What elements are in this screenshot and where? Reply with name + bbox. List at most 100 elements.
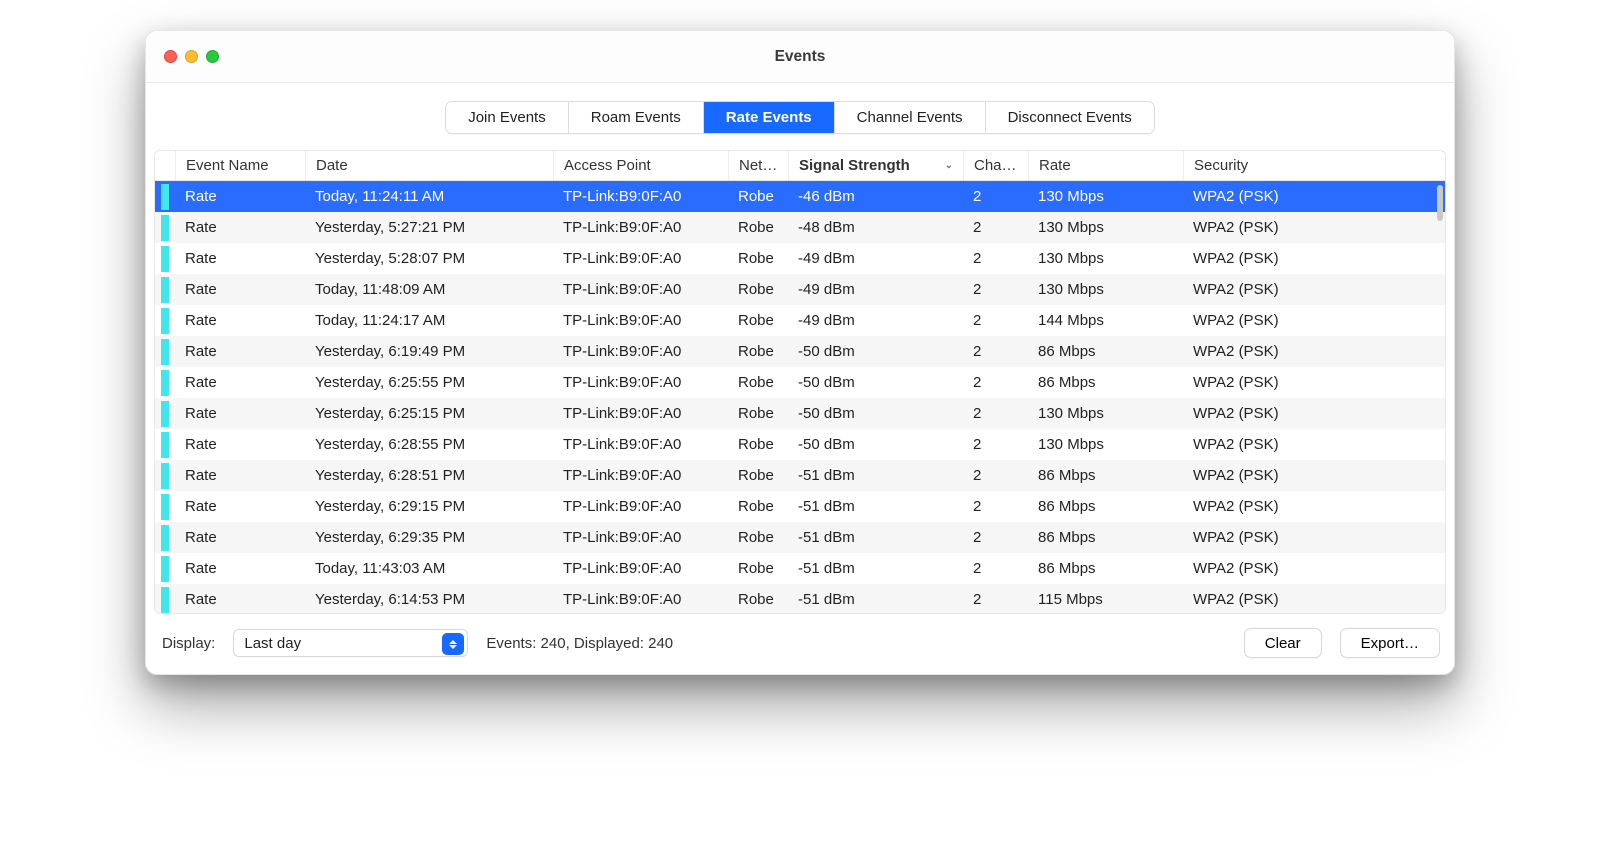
cell-rate: 86 Mbps — [1028, 374, 1183, 391]
table-row[interactable]: RateYesterday, 6:28:51 PMTP-Link:B9:0F:A… — [155, 460, 1445, 491]
table-row[interactable]: RateToday, 11:48:09 AMTP-Link:B9:0F:A0Ro… — [155, 274, 1445, 305]
cell-network: Robe — [728, 498, 788, 515]
cell-channel: 2 — [963, 591, 1028, 608]
cell-security: WPA2 (PSK) — [1183, 529, 1445, 546]
display-label: Display: — [160, 635, 215, 652]
tab-channel-events[interactable]: Channel Events — [835, 102, 986, 133]
tab-roam-events[interactable]: Roam Events — [569, 102, 704, 133]
cell-access-point: TP-Link:B9:0F:A0 — [553, 281, 728, 298]
cell-rate: 130 Mbps — [1028, 219, 1183, 236]
cell-security: WPA2 (PSK) — [1183, 374, 1445, 391]
table-row[interactable]: RateYesterday, 5:27:21 PMTP-Link:B9:0F:A… — [155, 212, 1445, 243]
cell-channel: 2 — [963, 529, 1028, 546]
cell-event-name: Rate — [175, 250, 305, 267]
cell-event-name: Rate — [175, 591, 305, 608]
row-color-swatch — [155, 432, 175, 458]
cell-security: WPA2 (PSK) — [1183, 343, 1445, 360]
cell-event-name: Rate — [175, 343, 305, 360]
cell-network: Robe — [728, 250, 788, 267]
cell-network: Robe — [728, 405, 788, 422]
table-row[interactable]: RateYesterday, 6:25:55 PMTP-Link:B9:0F:A… — [155, 367, 1445, 398]
cell-event-name: Rate — [175, 498, 305, 515]
table-row[interactable]: RateYesterday, 6:14:53 PMTP-Link:B9:0F:A… — [155, 584, 1445, 613]
cell-signal: -49 dBm — [788, 250, 963, 267]
cell-rate: 144 Mbps — [1028, 312, 1183, 329]
cell-channel: 2 — [963, 219, 1028, 236]
table-row[interactable]: RateYesterday, 6:25:15 PMTP-Link:B9:0F:A… — [155, 398, 1445, 429]
col-signal-strength[interactable]: Signal Strength ⌄ — [789, 151, 964, 180]
col-network[interactable]: Net… — [729, 151, 789, 180]
cell-rate: 86 Mbps — [1028, 343, 1183, 360]
table-header: Event Name Date Access Point Net… Signal… — [155, 151, 1445, 181]
table-row[interactable]: RateYesterday, 6:29:15 PMTP-Link:B9:0F:A… — [155, 491, 1445, 522]
cell-security: WPA2 (PSK) — [1183, 250, 1445, 267]
table-row[interactable]: RateYesterday, 5:28:07 PMTP-Link:B9:0F:A… — [155, 243, 1445, 274]
footer: Display: Last day Events: 240, Displayed… — [146, 614, 1454, 674]
col-signal-label: Signal Strength — [799, 157, 910, 174]
cell-rate: 86 Mbps — [1028, 467, 1183, 484]
cell-date: Today, 11:24:17 AM — [305, 312, 553, 329]
tab-join-events[interactable]: Join Events — [446, 102, 569, 133]
cell-security: WPA2 (PSK) — [1183, 281, 1445, 298]
table-row[interactable]: RateToday, 11:43:03 AMTP-Link:B9:0F:A0Ro… — [155, 553, 1445, 584]
display-range-select[interactable]: Last day — [233, 629, 468, 657]
col-net-label: Net… — [739, 157, 777, 174]
col-event-name[interactable]: Event Name — [176, 151, 306, 180]
col-color[interactable] — [155, 151, 176, 180]
titlebar: Events — [146, 31, 1454, 83]
col-date-label: Date — [316, 157, 348, 174]
cell-rate: 115 Mbps — [1028, 591, 1183, 608]
table-row[interactable]: RateYesterday, 6:29:35 PMTP-Link:B9:0F:A… — [155, 522, 1445, 553]
cell-signal: -51 dBm — [788, 591, 963, 608]
col-date[interactable]: Date — [306, 151, 554, 180]
cell-signal: -50 dBm — [788, 405, 963, 422]
table-row[interactable]: RateYesterday, 6:19:49 PMTP-Link:B9:0F:A… — [155, 336, 1445, 367]
cell-date: Yesterday, 5:27:21 PM — [305, 219, 553, 236]
cell-date: Yesterday, 5:28:07 PM — [305, 250, 553, 267]
cell-security: WPA2 (PSK) — [1183, 312, 1445, 329]
col-sec-label: Security — [1194, 157, 1248, 174]
cell-access-point: TP-Link:B9:0F:A0 — [553, 374, 728, 391]
col-access-point[interactable]: Access Point — [554, 151, 729, 180]
cell-rate: 86 Mbps — [1028, 560, 1183, 577]
cell-channel: 2 — [963, 560, 1028, 577]
cell-event-name: Rate — [175, 467, 305, 484]
events-table: Event Name Date Access Point Net… Signal… — [154, 150, 1446, 614]
row-color-swatch — [155, 308, 175, 334]
export-button[interactable]: Export… — [1340, 628, 1440, 658]
cell-date: Yesterday, 6:19:49 PM — [305, 343, 553, 360]
table-row[interactable]: RateToday, 11:24:17 AMTP-Link:B9:0F:A0Ro… — [155, 305, 1445, 336]
cell-channel: 2 — [963, 312, 1028, 329]
cell-signal: -51 dBm — [788, 529, 963, 546]
table-row[interactable]: RateToday, 11:24:11 AMTP-Link:B9:0F:A0Ro… — [155, 181, 1445, 212]
table-row[interactable]: RateYesterday, 6:28:55 PMTP-Link:B9:0F:A… — [155, 429, 1445, 460]
cell-rate: 130 Mbps — [1028, 250, 1183, 267]
cell-network: Robe — [728, 467, 788, 484]
table-body[interactable]: RateToday, 11:24:11 AMTP-Link:B9:0F:A0Ro… — [155, 181, 1445, 613]
row-color-swatch — [155, 277, 175, 303]
cell-network: Robe — [728, 343, 788, 360]
cell-network: Robe — [728, 312, 788, 329]
row-color-swatch — [155, 370, 175, 396]
cell-security: WPA2 (PSK) — [1183, 498, 1445, 515]
cell-date: Today, 11:24:11 AM — [305, 188, 553, 205]
tab-disconnect-events[interactable]: Disconnect Events — [986, 102, 1154, 133]
cell-network: Robe — [728, 529, 788, 546]
clear-button[interactable]: Clear — [1244, 628, 1322, 658]
toolbar: Join EventsRoam EventsRate EventsChannel… — [146, 83, 1454, 150]
tab-rate-events[interactable]: Rate Events — [704, 102, 835, 133]
cell-security: WPA2 (PSK) — [1183, 591, 1445, 608]
col-rate[interactable]: Rate — [1029, 151, 1184, 180]
cell-security: WPA2 (PSK) — [1183, 188, 1445, 205]
cell-event-name: Rate — [175, 374, 305, 391]
cell-signal: -46 dBm — [788, 188, 963, 205]
col-channel[interactable]: Cha… — [964, 151, 1029, 180]
cell-access-point: TP-Link:B9:0F:A0 — [553, 529, 728, 546]
scrollbar[interactable] — [1437, 185, 1443, 221]
cell-event-name: Rate — [175, 405, 305, 422]
cell-security: WPA2 (PSK) — [1183, 436, 1445, 453]
cell-network: Robe — [728, 188, 788, 205]
col-security[interactable]: Security — [1184, 151, 1445, 180]
cell-rate: 86 Mbps — [1028, 529, 1183, 546]
cell-channel: 2 — [963, 467, 1028, 484]
